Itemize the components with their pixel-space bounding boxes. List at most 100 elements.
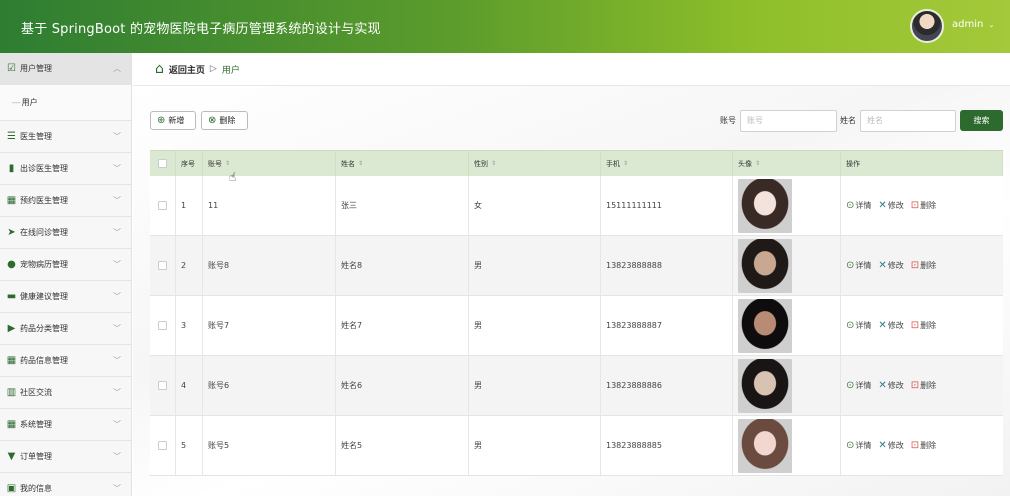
- search-button[interactable]: 搜索: [960, 110, 1003, 131]
- row-gender: 男: [469, 296, 601, 355]
- sidebar-item-pet-records[interactable]: ● 宠物病历管理 ﹀: [0, 249, 131, 281]
- sidebar-item-visiting-doctor[interactable]: ▮ 出诊医生管理 ﹀: [0, 153, 131, 185]
- table-header: 序号 账号 ⇕ 姓名 ⇕ 性别 ⇕ 手机 ⇕ 头像 ⇕ 操作: [150, 150, 1003, 176]
- sidebar-item-appointment-doctor[interactable]: ▦ 预约医生管理 ﹀: [0, 185, 131, 217]
- row-account: 账号5: [203, 416, 336, 475]
- row-checkbox[interactable]: [158, 261, 167, 270]
- trash-icon: ⊡: [910, 380, 920, 391]
- chevron-down-icon: ﹀: [113, 420, 121, 429]
- main-content: ⊕ 新增 ⊗ 删除 账号 账号 姓名 姓名 搜索 序号 账号 ⇕ 姓名 ⇕ 性别 ⇕ …: [133, 86, 1010, 496]
- sidebar-subitem-users[interactable]: --- 用户: [0, 85, 131, 121]
- sort-icon[interactable]: ⇕: [358, 160, 363, 167]
- chevron-up-icon: ︿: [113, 64, 121, 73]
- row-gender: 男: [469, 236, 601, 295]
- sidebar-item-user-management[interactable]: ☑ 用户管理 ︿: [0, 53, 131, 85]
- select-all-checkbox[interactable]: [158, 159, 167, 168]
- top-header: 基于 SpringBoot 的宠物医院电子病历管理系统的设计与实现 admin …: [0, 0, 1010, 53]
- view-button[interactable]: ⊙ 详情: [846, 260, 871, 271]
- column-header-label: 账号: [208, 159, 222, 168]
- chevron-down-icon: ﹀: [113, 260, 121, 269]
- sidebar-item-drug-info[interactable]: ▦ 药品信息管理 ﹀: [0, 345, 131, 377]
- edit-button[interactable]: ✕ 修改: [878, 200, 903, 211]
- edit-button[interactable]: ✕ 修改: [878, 320, 903, 331]
- delete-button[interactable]: ⊡ 删除: [911, 440, 936, 451]
- row-actions: ⊙ 详情 ✕ 修改 ⊡ 删除: [846, 200, 936, 211]
- row-checkbox[interactable]: [158, 201, 167, 210]
- sidebar-item-system[interactable]: ▦ 系统管理 ﹀: [0, 409, 131, 441]
- tree-line: ---: [12, 98, 21, 107]
- add-button[interactable]: ⊕ 新增: [150, 111, 196, 130]
- sidebar-item-label: 系统管理: [20, 420, 52, 429]
- sort-icon[interactable]: ⇕: [225, 160, 230, 167]
- column-header[interactable]: 头像 ⇕: [733, 151, 841, 176]
- column-header-label: 序号: [181, 159, 195, 168]
- delete-button[interactable]: ⊡ 删除: [911, 380, 936, 391]
- name-search-label: 姓名: [840, 116, 856, 125]
- chevron-down-icon[interactable]: ⌄: [989, 21, 995, 29]
- user-menu[interactable]: admin ⌄: [952, 19, 994, 30]
- breadcrumb-home-link[interactable]: 返回主页: [169, 63, 205, 76]
- account-search-input[interactable]: 账号: [740, 110, 837, 132]
- chevron-down-icon: ﹀: [113, 388, 121, 397]
- wrench-icon: ✕: [878, 260, 887, 271]
- delete-button[interactable]: ⊡ 删除: [911, 200, 936, 211]
- row-account: 账号8: [203, 236, 336, 295]
- pin-icon: ▼: [7, 451, 16, 462]
- view-button[interactable]: ⊙ 详情: [846, 320, 871, 331]
- row-account: 账号6: [203, 356, 336, 415]
- sidebar-item-my-info[interactable]: ▣ 我的信息 ﹀: [0, 473, 131, 496]
- sort-icon[interactable]: ⇕: [755, 160, 760, 167]
- home-icon[interactable]: ⌂: [155, 61, 164, 77]
- view-button[interactable]: ⊙ 详情: [846, 380, 871, 391]
- row-checkbox[interactable]: [158, 321, 167, 330]
- sidebar-item-label: 健康建议管理: [20, 292, 68, 301]
- sidebar-item-label: 预约医生管理: [20, 196, 68, 205]
- edit-button[interactable]: ✕ 修改: [878, 380, 903, 391]
- sidebar-item-label: 我的信息: [20, 484, 52, 493]
- row-checkbox[interactable]: [158, 381, 167, 390]
- edit-button[interactable]: ✕ 修改: [878, 440, 903, 451]
- grid-icon: ▦: [6, 195, 17, 206]
- table-row: 4 账号6 姓名6 男 13823888886 ⊙ 详情 ✕ 修改 ⊡ 删除: [150, 356, 1003, 416]
- row-name: 姓名5: [336, 416, 469, 475]
- column-header[interactable]: 姓名 ⇕: [336, 151, 469, 176]
- username[interactable]: admin: [952, 19, 983, 30]
- column-header[interactable]: 账号 ⇕: [203, 151, 336, 176]
- sidebar-item-online-consult[interactable]: ➤ 在线问诊管理 ﹀: [0, 217, 131, 249]
- sidebar-item-drug-category[interactable]: ▶ 药品分类管理 ﹀: [0, 313, 131, 345]
- sidebar-item-doctor-management[interactable]: ☰ 医生管理 ﹀: [0, 121, 131, 153]
- sidebar-item-community[interactable]: ▥ 社区交流 ﹀: [0, 377, 131, 409]
- row-actions: ⊙ 详情 ✕ 修改 ⊡ 删除: [846, 260, 936, 271]
- delete-button[interactable]: ⊡ 删除: [911, 320, 936, 331]
- row-checkbox[interactable]: [158, 441, 167, 450]
- sort-icon[interactable]: ⇕: [491, 160, 496, 167]
- bulk-delete-button[interactable]: ⊗ 删除: [201, 111, 248, 130]
- bulk-delete-label: 删除: [219, 116, 236, 125]
- card-icon: ▬: [6, 291, 17, 302]
- sidebar-item-label: 药品分类管理: [20, 324, 68, 333]
- select-all-cell: [150, 151, 176, 176]
- sidebar-item-label: 出诊医生管理: [20, 164, 68, 173]
- column-header[interactable]: 手机 ⇕: [601, 151, 733, 176]
- name-search-input[interactable]: 姓名: [860, 110, 956, 132]
- chevron-down-icon: ﹀: [113, 196, 121, 205]
- delete-button[interactable]: ⊡ 删除: [911, 260, 936, 271]
- user-avatar[interactable]: [910, 9, 944, 43]
- view-button[interactable]: ⊙ 详情: [846, 440, 871, 451]
- table-row: 5 账号5 姓名5 男 13823888885 ⊙ 详情 ✕ 修改 ⊡ 删除: [150, 416, 1003, 476]
- mouse-cursor-icon: ☝: [229, 170, 237, 184]
- view-button[interactable]: ⊙ 详情: [846, 200, 871, 211]
- column-header-label: 头像: [738, 159, 752, 168]
- grid-icon: ▦: [6, 419, 17, 430]
- column-header[interactable]: 性别 ⇕: [469, 151, 601, 176]
- book-icon: ▥: [6, 387, 17, 398]
- edit-button[interactable]: ✕ 修改: [878, 260, 903, 271]
- table-row: 1 11 张三 女 15111111111 ⊙ 详情 ✕ 修改 ⊡ 删除: [150, 176, 1003, 236]
- breadcrumb-current: 用户: [221, 65, 240, 76]
- sidebar-item-orders[interactable]: ▼ 订单管理 ﹀: [0, 441, 131, 473]
- row-name: 姓名8: [336, 236, 469, 295]
- sort-icon[interactable]: ⇕: [623, 160, 628, 167]
- row-index: 3: [176, 296, 203, 355]
- avatar: [738, 298, 792, 353]
- sidebar-item-health-advice[interactable]: ▬ 健康建议管理 ﹀: [0, 281, 131, 313]
